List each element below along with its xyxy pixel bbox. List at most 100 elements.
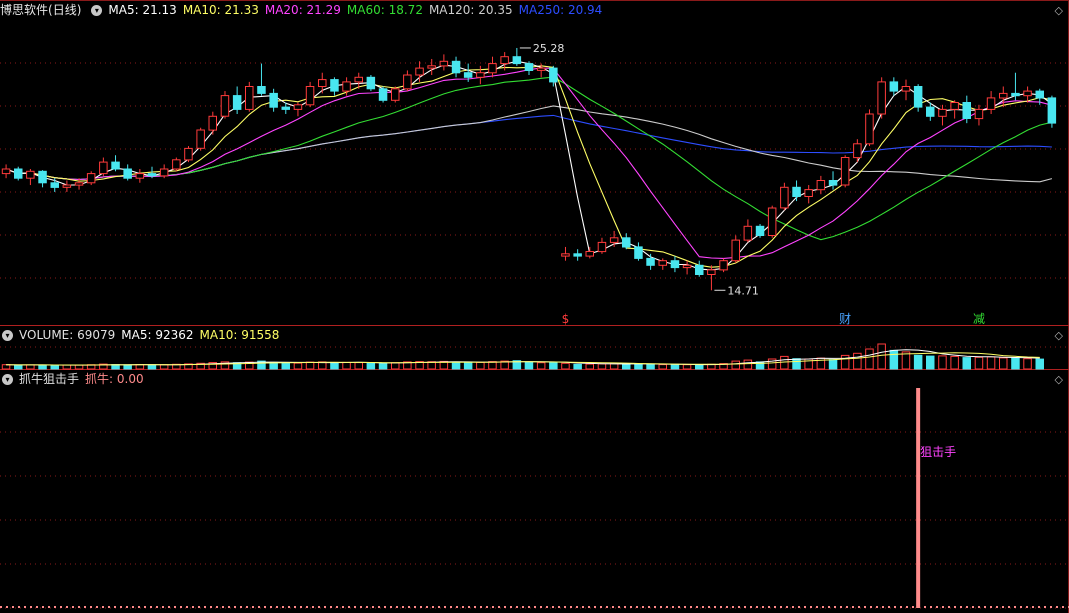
candle-up: [220, 95, 230, 117]
volume-ma5-legend: MA5: 92362: [121, 328, 194, 342]
candle-up: [354, 76, 363, 83]
indicator-name: 抓牛狙击手: [19, 372, 80, 386]
stock-name: 博思软件: [0, 3, 49, 17]
candle-up: [500, 56, 509, 65]
signal-label: 狙击手: [920, 445, 956, 459]
candle-up: [865, 113, 874, 145]
volume-ma10-legend: MA10: 91558: [199, 328, 280, 342]
collapse-indicator-icon[interactable]: ▾: [2, 374, 13, 385]
volume-bar: [974, 356, 984, 370]
volume-bar: [330, 362, 339, 370]
collapse-volume-icon[interactable]: ▾: [2, 330, 13, 341]
volume-bar: [62, 364, 72, 370]
candle-down: [123, 168, 132, 179]
volume-bar: [391, 362, 400, 370]
ma20-legend: MA20: 21.29: [264, 3, 341, 17]
volume-bar: [342, 361, 351, 370]
volume-bar: [780, 355, 789, 370]
volume-bar: [731, 360, 740, 370]
high-price-label: 25.28: [533, 42, 565, 55]
volume-bar: [476, 361, 485, 370]
candle-up: [86, 173, 96, 184]
indicator-legend: ▾ 抓牛狙击手 抓牛: 0.00: [0, 370, 150, 388]
volume-bar: [147, 364, 157, 370]
candle-up: [245, 86, 254, 110]
candle-down: [38, 170, 47, 184]
candle-down: [463, 72, 473, 78]
candle-up: [974, 108, 984, 120]
candle-down: [634, 246, 643, 259]
volume-bar: [853, 352, 862, 370]
candle-up: [804, 189, 813, 198]
candle-down: [147, 173, 157, 177]
candle-down: [269, 92, 278, 108]
volume-bar: [597, 363, 607, 370]
signal-bar: [916, 388, 921, 608]
candle-down: [792, 186, 801, 198]
candle-up: [561, 253, 570, 257]
candle-down: [1011, 92, 1020, 97]
chart-canvas[interactable]: 25.28 14.71 $ 财 减狙击手: [0, 0, 1069, 613]
candle-up: [853, 143, 862, 159]
volume-bar: [74, 364, 84, 370]
candle-down: [670, 260, 680, 269]
candle-up: [99, 161, 108, 175]
candle-down: [646, 257, 655, 266]
volume-bar: [938, 355, 947, 370]
candle-up: [135, 173, 145, 179]
candle-up: [950, 102, 959, 110]
volume-bar: [585, 363, 594, 370]
volume-bar: [293, 362, 303, 370]
candle-down: [50, 182, 59, 188]
volume-bar: [792, 358, 801, 370]
candle-down: [14, 168, 23, 179]
candle-down: [378, 88, 388, 101]
candle-down: [926, 106, 935, 117]
ma10-legend: MA10: 21.33: [182, 3, 259, 17]
collapse-price-icon[interactable]: ▾: [91, 5, 103, 16]
price-pane-up-icon[interactable]: ◇: [1055, 4, 1063, 18]
volume-bar: [38, 364, 47, 370]
candle-up: [439, 60, 449, 67]
volume-bar: [889, 349, 899, 370]
volume-bar: [913, 354, 923, 370]
candle-up: [536, 67, 546, 71]
volume-bar: [1023, 358, 1032, 370]
volume-bar: [1, 364, 11, 370]
candle-up: [585, 251, 594, 257]
candle-up: [26, 170, 35, 179]
candle-down: [330, 79, 339, 92]
volume-bar: [986, 356, 996, 370]
candle-up: [609, 237, 619, 243]
candle-up: [415, 67, 424, 76]
indicator-value: 抓牛: 0.00: [85, 372, 144, 386]
volume-bar: [682, 364, 692, 370]
volume-bar: [1035, 358, 1044, 370]
candle-up: [208, 115, 217, 131]
volume-bar: [14, 364, 23, 370]
candle-down: [962, 102, 971, 119]
volume-bar: [865, 348, 874, 370]
candle-up: [840, 157, 850, 186]
candle-up: [999, 92, 1008, 99]
candle-up: [62, 184, 72, 188]
candle-up: [476, 72, 485, 78]
volume-bar: [281, 362, 290, 370]
candle-up: [172, 159, 181, 170]
volume-bar: [670, 363, 680, 370]
candle-down: [1047, 97, 1057, 124]
volume-bar: [366, 362, 376, 370]
volume-pane-up-icon[interactable]: ◇: [1055, 329, 1063, 343]
candle-up: [488, 63, 497, 74]
volume-bar: [50, 364, 59, 370]
period-label: (日线): [48, 3, 82, 17]
candle-up: [159, 168, 169, 177]
volume-bar: [950, 355, 959, 370]
candle-up: [293, 104, 303, 110]
volume-bar: [622, 363, 631, 370]
volume-legend: ▾ VOLUME: 69079 MA5: 92362 MA10: 91558: [0, 326, 285, 344]
indicator-pane-up-icon[interactable]: ◇: [1055, 373, 1063, 387]
volume-bar: [877, 343, 886, 370]
candle-up: [743, 225, 753, 241]
candle-up: [305, 86, 315, 106]
